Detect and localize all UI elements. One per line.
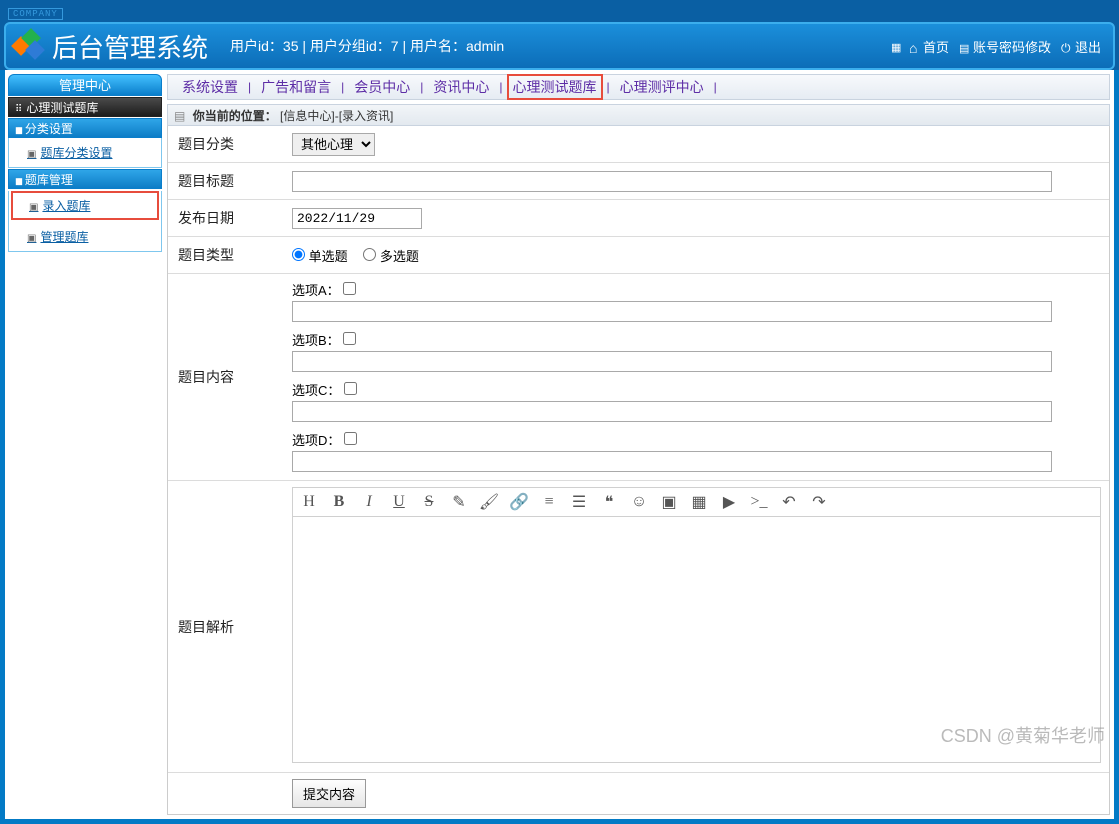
undo-icon[interactable]: ↶: [781, 494, 797, 510]
sidebar-center-title: 管理中心: [8, 74, 162, 96]
sidebar-module-title[interactable]: 心理测试题库: [8, 97, 162, 117]
list-ul-icon[interactable]: ☰: [571, 494, 587, 510]
cube-icon: [27, 230, 40, 244]
breadcrumb: 你当前的位置： [信息中心]-[录入资讯]: [167, 104, 1110, 126]
radio-multi[interactable]: [363, 248, 376, 261]
option-d-check[interactable]: [344, 432, 357, 445]
account-link[interactable]: 账号密码修改: [955, 35, 1055, 58]
sidebar-item-category-setting[interactable]: 题库分类设置: [9, 138, 161, 167]
breadcrumb-icon: [174, 109, 189, 123]
sidebar-item-enter-bank[interactable]: 录入题库: [11, 191, 159, 220]
strikethrough-icon[interactable]: S: [421, 494, 437, 510]
option-d-input[interactable]: [292, 451, 1052, 472]
group2-title: 题库管理: [25, 173, 73, 187]
logout-label: 退出: [1075, 37, 1101, 56]
redo-icon[interactable]: ↷: [811, 494, 827, 510]
radio-multi-wrap[interactable]: 多选题: [363, 246, 419, 265]
sidebar-group-bank[interactable]: 题库管理: [8, 169, 162, 189]
option-b-input[interactable]: [292, 351, 1052, 372]
cube-icon: [29, 199, 42, 213]
label-category: 题目分类: [168, 126, 284, 162]
nav-system[interactable]: 系统设置: [176, 74, 244, 100]
group1-item1-label: 题库分类设置: [40, 146, 112, 160]
group2-item1-label: 录入题库: [42, 199, 90, 213]
option-b-check[interactable]: [343, 332, 356, 345]
radio-single-wrap[interactable]: 单选题: [292, 246, 348, 265]
logout-link[interactable]: 退出: [1057, 35, 1105, 58]
category-select[interactable]: 其他心理: [292, 133, 375, 156]
nav-assessment[interactable]: 心理测评中心: [614, 74, 710, 100]
radio-single[interactable]: [292, 248, 305, 261]
label-type: 题目类型: [168, 237, 284, 273]
radio-multi-label: 多选题: [380, 249, 419, 264]
form-area: 题目分类 其他心理 题目标题 发布日期 题: [167, 126, 1110, 815]
brush-icon[interactable]: 🖌: [481, 494, 497, 510]
italic-icon[interactable]: I: [361, 494, 377, 510]
quote-icon[interactable]: ❝: [601, 494, 617, 510]
option-c-label: 选项C：: [292, 383, 340, 398]
analysis-editor[interactable]: [292, 517, 1101, 763]
nav-ads[interactable]: 广告和留言: [255, 74, 337, 100]
breadcrumb-path: [信息中心]-[录入资讯]: [280, 109, 393, 123]
title-input[interactable]: [292, 171, 1052, 192]
code-icon[interactable]: >_: [751, 494, 767, 510]
heading-icon[interactable]: H: [301, 494, 317, 510]
company-badge: COMPANY: [8, 8, 63, 20]
system-title: 后台管理系统: [52, 28, 208, 65]
label-submit-spacer: [168, 773, 284, 814]
bold-icon[interactable]: B: [331, 494, 347, 510]
header-bar: 后台管理系统 用户id：35 | 用户分组id：7 | 用户名：admin 首页…: [4, 22, 1115, 70]
option-c-input[interactable]: [292, 401, 1052, 422]
video-icon[interactable]: ▶: [721, 494, 737, 510]
eraser-icon[interactable]: ✎: [451, 494, 467, 510]
group2-item2-label: 管理题库: [40, 230, 88, 244]
breadcrumb-prefix: 你当前的位置：: [193, 109, 277, 123]
nav-members[interactable]: 会员中心: [348, 74, 416, 100]
account-label: 账号密码修改: [973, 37, 1051, 56]
grid-icon: [891, 40, 903, 52]
logo-icon: [14, 31, 44, 61]
label-analysis: 题目解析: [168, 481, 284, 772]
option-d-label: 选项D：: [292, 433, 340, 448]
label-pubdate: 发布日期: [168, 200, 284, 236]
bar-icon: [15, 173, 25, 187]
option-a-input[interactable]: [292, 301, 1052, 322]
editor-toolbar: H B I U S ✎ 🖌 🔗 ≡ ☰ ❝ ☺ ▣: [292, 487, 1101, 517]
image-icon[interactable]: ▣: [661, 494, 677, 510]
dots-icon: [15, 101, 26, 115]
underline-icon[interactable]: U: [391, 494, 407, 510]
home-link[interactable]: 首页: [905, 35, 953, 58]
option-a-check[interactable]: [343, 282, 356, 295]
bar-icon: [15, 122, 25, 136]
home-label: 首页: [923, 37, 949, 56]
top-nav: 系统设置| 广告和留言| 会员中心| 资讯中心| 心理测试题库| 心理测评中心|: [167, 74, 1110, 100]
user-info: 用户id：35 | 用户分组id：7 | 用户名：admin: [230, 36, 504, 56]
sidebar-group-category[interactable]: 分类设置: [8, 118, 162, 138]
home-icon: [909, 40, 921, 52]
option-b-label: 选项B：: [292, 333, 340, 348]
doc-icon: [959, 40, 971, 52]
option-c-check[interactable]: [344, 382, 357, 395]
sidebar: 管理中心 心理测试题库 分类设置 题库分类设置 题库管理 录入题库 管理题库: [5, 70, 165, 819]
label-content: 题目内容: [168, 274, 284, 480]
option-a-label: 选项A：: [292, 283, 340, 298]
submit-button[interactable]: 提交内容: [292, 779, 366, 808]
link-icon[interactable]: 🔗: [511, 494, 527, 510]
list-ol-icon[interactable]: ≡: [541, 494, 557, 510]
table-icon[interactable]: ▦: [691, 494, 707, 510]
nav-psychotest[interactable]: 心理测试题库: [507, 74, 603, 100]
pubdate-input[interactable]: [292, 208, 422, 229]
nav-news[interactable]: 资讯中心: [427, 74, 495, 100]
sidebar-item-manage-bank[interactable]: 管理题库: [9, 222, 161, 251]
radio-single-label: 单选题: [309, 249, 348, 264]
emoji-icon[interactable]: ☺: [631, 494, 647, 510]
group1-title: 分类设置: [25, 122, 73, 136]
power-icon: [1061, 40, 1073, 52]
module-title-label: 心理测试题库: [26, 101, 98, 115]
cube-icon: [27, 146, 40, 160]
label-title: 题目标题: [168, 163, 284, 199]
